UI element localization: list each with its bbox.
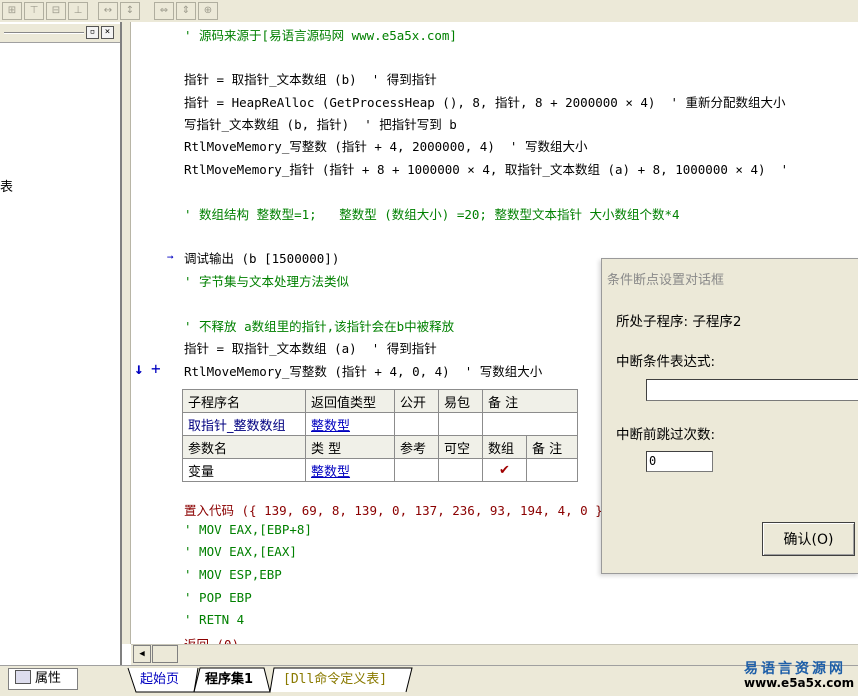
minimize-icon[interactable]: ▫	[86, 26, 99, 39]
code-line[interactable]: ' POP EBP	[184, 590, 252, 605]
skip-count-label: 中断前跳过次数:	[616, 427, 716, 443]
left-panel-titlebar: ▫ ×	[0, 24, 120, 43]
subprogram-label: 所处子程序: 子程序2	[616, 314, 742, 330]
code-line[interactable]: 返回 (0)	[184, 634, 239, 644]
exec-marker-icon[interactable]: ➞	[167, 251, 174, 264]
code-line[interactable]: RtlMoveMemory_指针 (指针 + 8 + 1000000 × 4, …	[184, 159, 788, 178]
table-cell: 数组	[482, 435, 527, 459]
properties-tab[interactable]: 属性	[8, 668, 78, 690]
check-icon[interactable]: ✔	[482, 458, 527, 482]
plus-icon[interactable]: +	[151, 359, 161, 378]
code-line[interactable]: 写指针_文本数组 (b, 指针) ' 把指针写到 b	[184, 114, 457, 133]
table-cell[interactable]: 变量	[182, 458, 306, 482]
table-cell[interactable]: 整数型	[305, 412, 395, 436]
watermark-logo: 易语言资源网	[744, 661, 846, 677]
table-cell[interactable]	[438, 458, 483, 482]
align-bottom-icon[interactable]: ⊥	[68, 2, 88, 20]
tab-program-set[interactable]: 程序集1	[205, 670, 253, 690]
table-cell: 类 型	[305, 435, 395, 459]
code-line[interactable]: RtlMoveMemory_写整数 (指针 + 4, 0, 4) ' 写数组大小	[184, 361, 542, 380]
size-icon[interactable]: ⊕	[198, 2, 218, 20]
grip-bar	[4, 32, 84, 34]
confirm-button[interactable]: 确认(O)	[762, 522, 855, 556]
scroll-thumb[interactable]	[152, 645, 178, 663]
left-panel	[0, 22, 122, 667]
width-icon[interactable]: ⇔	[154, 2, 174, 20]
watermark-url: www.e5a5x.com	[744, 676, 855, 690]
code-line[interactable]: 指针 = 取指针_文本数组 (a) ' 得到指针	[184, 338, 437, 357]
properties-icon	[15, 670, 31, 684]
code-line[interactable]: 指针 = HeapReAlloc (GetProcessHeap (), 8, …	[184, 92, 786, 111]
close-icon[interactable]: ×	[101, 26, 114, 39]
height-icon[interactable]: ⇕	[176, 2, 196, 20]
code-line[interactable]: RtlMoveMemory_写整数 (指针 + 4, 2000000, 4) '…	[184, 136, 587, 155]
code-line[interactable]: ' 字节集与文本处理方法类似	[184, 271, 349, 290]
table-row: 取指针_整数数组 整数型	[182, 412, 578, 436]
code-line[interactable]: ' 源码来源于[易语言源码网 www.e5a5x.com]	[184, 25, 457, 44]
table-cell: 返回值类型	[305, 389, 395, 413]
code-line[interactable]: ' 数组结构 整数型=1; 整数型 (数组大小) =20; 整数型文本指针 大小…	[184, 204, 680, 223]
table-cell: 易包	[438, 389, 483, 413]
table-header-row: 参数名 类 型 参考 可空 数组 备 注	[182, 435, 578, 459]
align-middle-icon[interactable]: ⊟	[46, 2, 66, 20]
table-cell: 备 注	[526, 435, 578, 459]
tab-start-page[interactable]: 起始页	[140, 670, 179, 690]
align-top-icon[interactable]: ⊤	[24, 2, 44, 20]
left-panel-partial-text: 表	[0, 180, 14, 195]
code-line[interactable]: 指针 = 取指针_文本数组 (b) ' 得到指针	[184, 69, 437, 88]
grid-icon[interactable]: ⊞	[2, 2, 22, 20]
table-cell[interactable]: 整数型	[305, 458, 395, 482]
code-line[interactable]: ' 不释放 a数组里的指针,该指针会在b中被释放	[184, 316, 454, 335]
code-line[interactable]: 调试输出 (b [1500000])	[184, 248, 339, 267]
table-header-row: 子程序名 返回值类型 公开 易包 备 注	[182, 389, 578, 413]
table-cell: 备 注	[482, 389, 578, 413]
code-line[interactable]: ' RETN 4	[184, 612, 244, 627]
table-cell[interactable]	[482, 412, 578, 436]
subprogram-table: 子程序名 返回值类型 公开 易包 备 注 取指针_整数数组 整数型 参数名 类 …	[182, 389, 578, 482]
toolbar: ⊞ ⊤ ⊟ ⊥ ↔ ↕ ⇔ ⇕ ⊕	[0, 0, 858, 23]
code-line[interactable]: ' MOV ESP,EBP	[184, 567, 282, 582]
table-cell[interactable]	[394, 458, 439, 482]
table-cell[interactable]	[526, 458, 578, 482]
table-row: 变量 整数型 ✔	[182, 458, 578, 482]
code-line[interactable]: 置入代码 ({ 139, 69, 8, 139, 0, 137, 236, 93…	[184, 500, 610, 519]
table-cell[interactable]	[438, 412, 483, 436]
condition-label: 中断条件表达式:	[616, 354, 716, 370]
dialog-title: 条件断点设置对话框	[607, 273, 725, 288]
tab-dll-commands[interactable]: [Dll命令定义表]	[283, 670, 387, 690]
skip-count-input[interactable]: 0	[646, 451, 713, 472]
table-cell: 公开	[394, 389, 439, 413]
space-vertical-icon[interactable]: ↕	[120, 2, 140, 20]
condition-expression-input[interactable]	[646, 379, 858, 401]
table-cell[interactable]	[394, 412, 439, 436]
table-cell: 参考	[394, 435, 439, 459]
editor-gutter	[122, 22, 131, 644]
space-horizontal-icon[interactable]: ↔	[98, 2, 118, 20]
arrow-down-icon[interactable]: ↓	[134, 359, 144, 378]
conditional-breakpoint-dialog: 条件断点设置对话框 所处子程序: 子程序2 中断条件表达式: 中断前跳过次数: …	[601, 258, 858, 574]
table-cell[interactable]: 取指针_整数数组	[182, 412, 306, 436]
scroll-left-button[interactable]: ◀	[133, 645, 151, 663]
table-cell: 可空	[438, 435, 483, 459]
code-line[interactable]: ' MOV EAX,[EAX]	[184, 544, 297, 559]
properties-label: 属性	[35, 671, 62, 686]
table-cell: 子程序名	[182, 389, 306, 413]
table-cell: 参数名	[182, 435, 306, 459]
code-line[interactable]: ' MOV EAX,[EBP+8]	[184, 522, 312, 537]
